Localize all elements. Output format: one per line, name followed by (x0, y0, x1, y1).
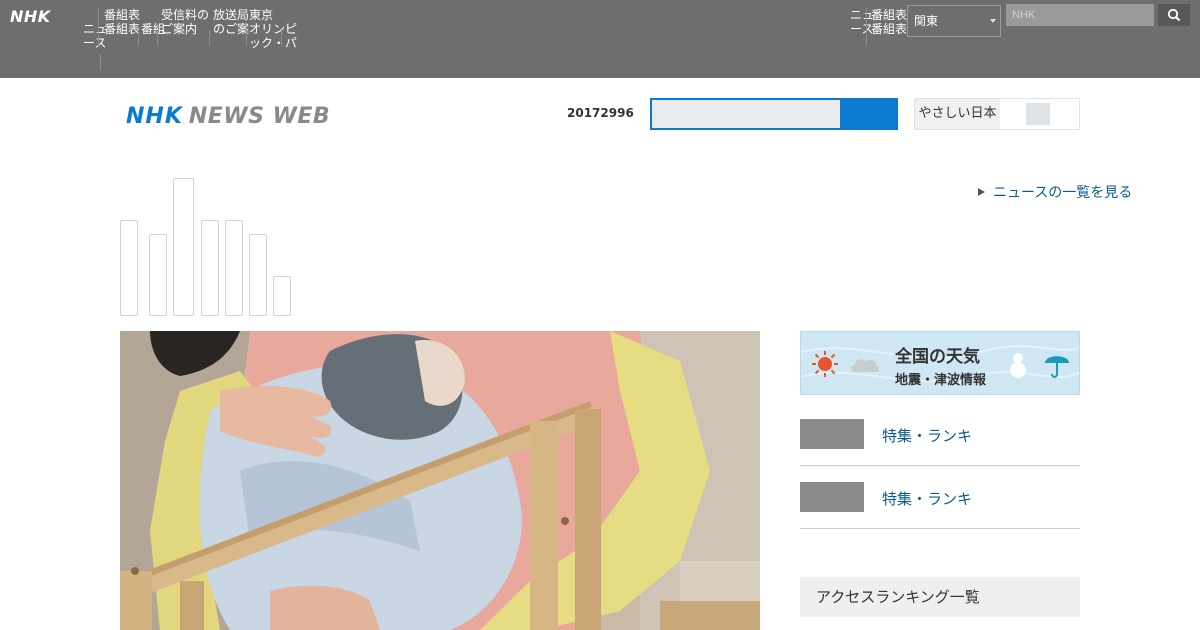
top-story-image[interactable] (120, 331, 760, 630)
nhk-global-logo[interactable]: NHK (10, 7, 51, 26)
gnav-divider (281, 30, 282, 46)
triangle-right-icon (978, 188, 985, 196)
access-ranking-heading[interactable]: アクセスランキング一覧 (800, 577, 1080, 617)
site-search-input[interactable] (650, 98, 842, 130)
gnav-divider (138, 30, 139, 46)
placeholder-bar (149, 234, 167, 316)
news-list-link-label: ニュースの一覧を見る (993, 185, 1133, 201)
easy-japanese-toggle[interactable]: やさしい日本 (914, 98, 1080, 130)
gnav-item-stations[interactable]: 放送局 のご案 (213, 8, 249, 36)
global-search-input[interactable] (1006, 4, 1154, 26)
gnav-divider (209, 30, 210, 46)
search-icon (1167, 8, 1181, 22)
logo-newsweb-text: NEWS WEB (188, 104, 331, 129)
placeholder-bars (120, 178, 294, 316)
gnav-divider (100, 54, 101, 70)
weather-banner-title: 全国の天気 (895, 347, 980, 367)
toggle-label: やさしい日本 (915, 99, 1000, 129)
gnav-item-olympics[interactable]: 東京 オリンピ ック・パ (249, 8, 297, 50)
gnav-divider (98, 8, 99, 46)
gnav-divider (157, 30, 158, 46)
newsweb-logo[interactable]: NHK NEWS WEB (126, 104, 330, 129)
side-link-label: 特集・ランキ (882, 427, 973, 445)
gnav-item-fee[interactable]: 受信料の ご案内 (161, 8, 209, 36)
global-search-button[interactable] (1158, 4, 1190, 26)
placeholder-bar (201, 220, 219, 316)
cloud-icon (851, 359, 879, 372)
gnav-right-item-schedule[interactable]: 番組表 番組表 (871, 8, 907, 36)
placeholder-bar (249, 234, 267, 316)
snowman-icon (1010, 353, 1026, 378)
sun-icon (812, 351, 838, 377)
side-link-label: 特集・ランキ (882, 490, 973, 508)
umbrella-icon (1045, 356, 1069, 378)
gnav-divider (246, 30, 247, 46)
side-link-feature-ranking[interactable]: 特集・ランキ (800, 466, 1080, 529)
toggle-knob[interactable] (1026, 103, 1050, 125)
logo-nhk-text: NHK (126, 104, 183, 129)
side-link-feature-ranking[interactable]: 特集・ランキ (800, 403, 1080, 466)
weather-banner-subtitle: 地震・津波情報 (895, 373, 987, 388)
header-date: 20172996 (567, 106, 634, 120)
placeholder-bar (273, 276, 291, 316)
side-link-thumbnail (800, 419, 864, 449)
placeholder-bar (225, 220, 243, 316)
region-select-value: 関東 (914, 14, 939, 28)
gnav-divider (866, 8, 867, 46)
side-link-thumbnail (800, 482, 864, 512)
placeholder-bar (173, 178, 194, 316)
weather-banner[interactable]: 全国の天気 地震・津波情報 (800, 331, 1080, 395)
global-nav-bar: NHK ニュ ース 番組表 番組表 番組 受信料の ご案内 放送局 のご案 東京… (0, 0, 1200, 78)
site-search-button[interactable] (840, 98, 898, 130)
chevron-down-icon (990, 19, 996, 23)
placeholder-bar (120, 220, 138, 316)
parent-holding-baby-photo (120, 331, 760, 630)
region-select[interactable]: 関東 (907, 5, 1001, 37)
news-list-link[interactable]: ニュースの一覧を見る (978, 182, 1132, 202)
gnav-item-schedule[interactable]: 番組表 番組表 (104, 8, 140, 36)
